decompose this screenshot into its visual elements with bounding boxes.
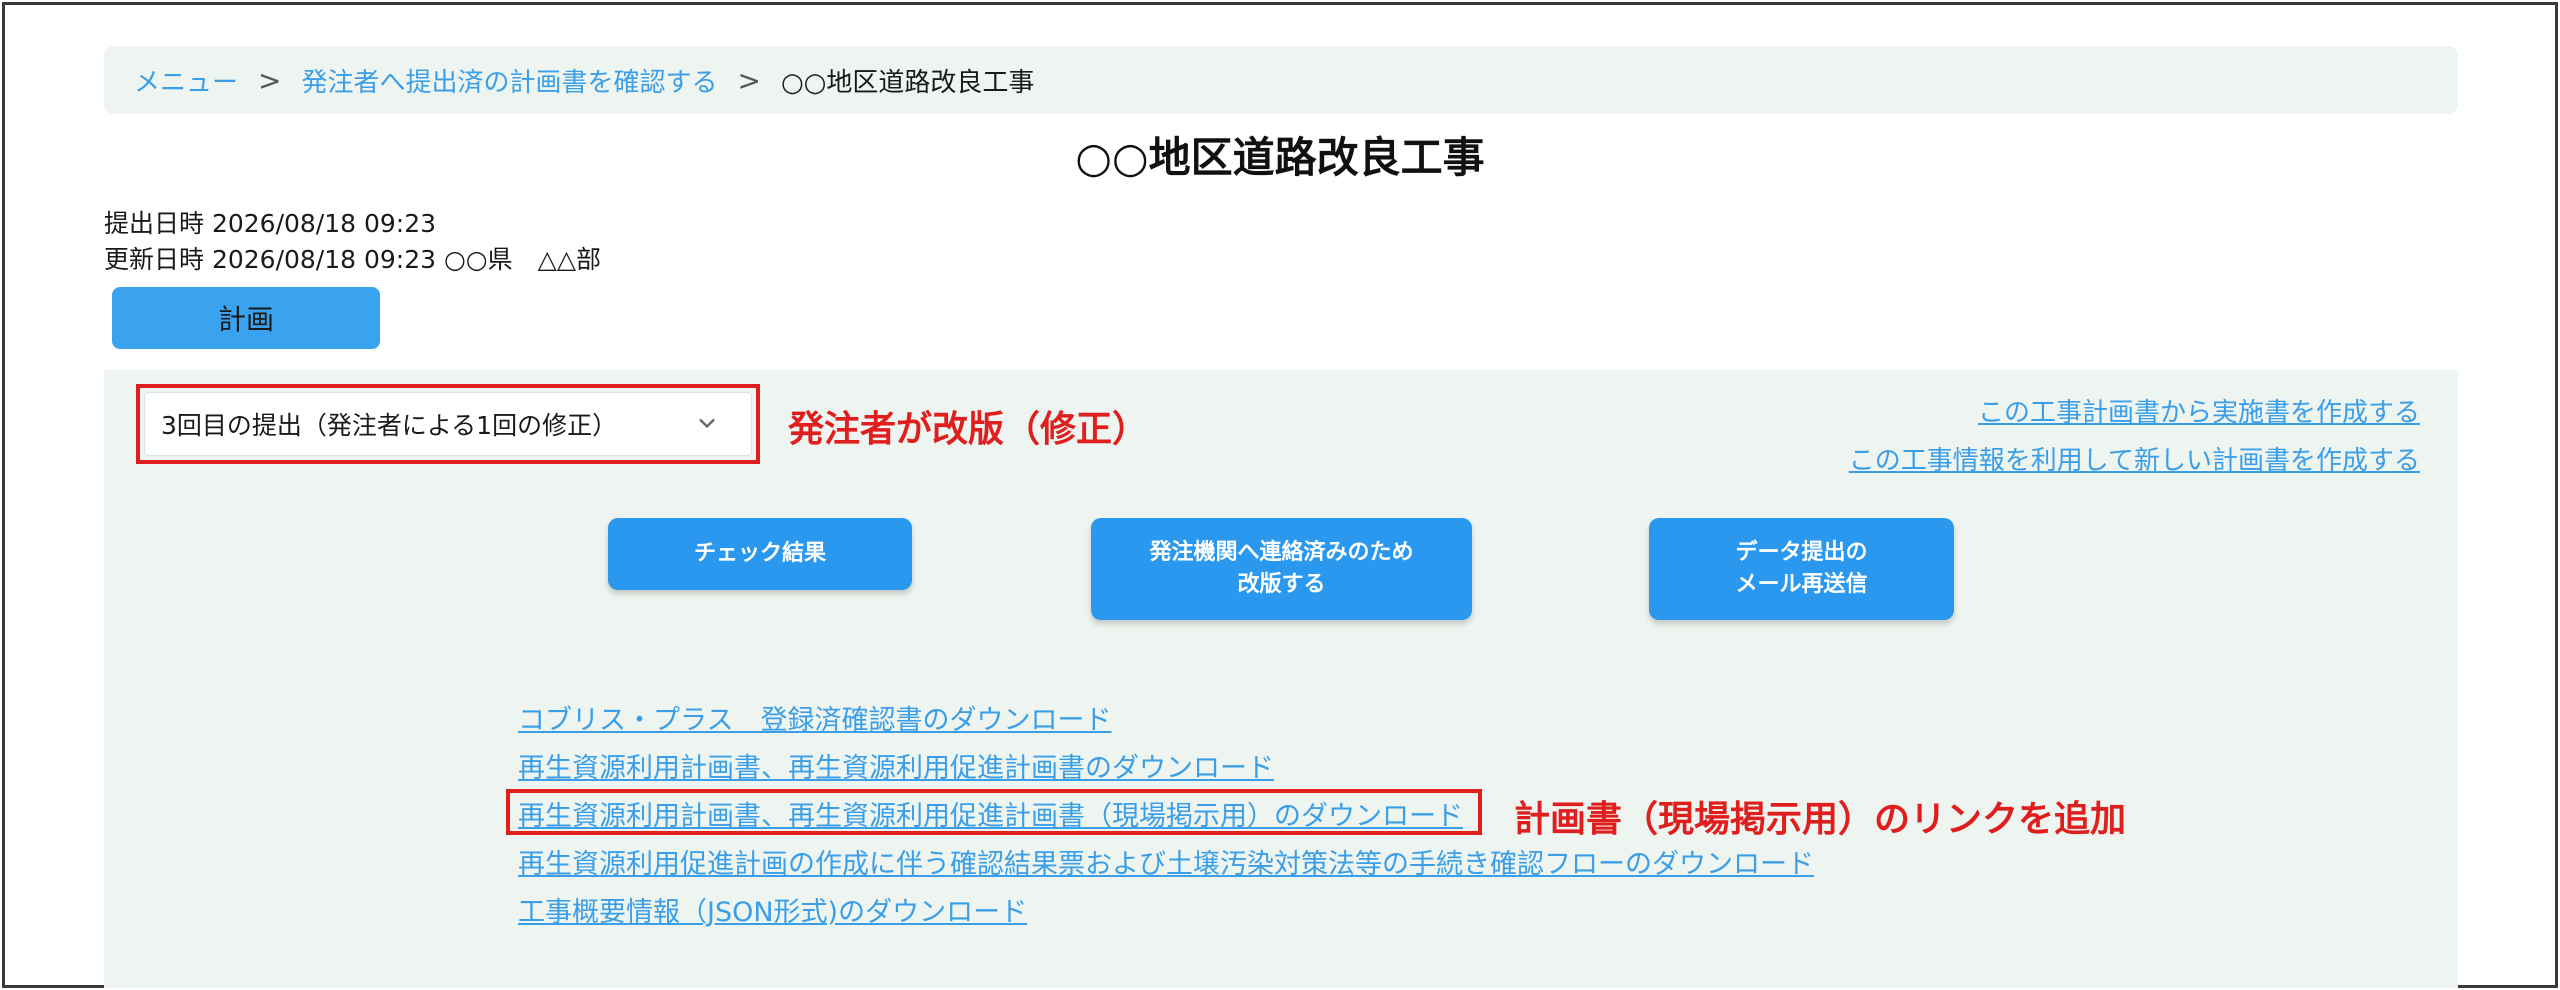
download-link-recycling-plans[interactable]: 再生資源利用計画書、再生資源利用促進計画書のダウンロード	[518, 746, 1274, 785]
version-select-value: 3回目の提出（発注者による1回の修正）	[161, 411, 618, 440]
page-title: ○○地区道路改良工事	[1075, 133, 1485, 182]
version-select[interactable]: 3回目の提出（発注者による1回の修正）	[144, 392, 752, 456]
chevron-down-icon	[699, 418, 715, 429]
breadcrumb-menu-link[interactable]: メニュー	[134, 62, 238, 99]
download-link-json-summary[interactable]: 工事概要情報（JSON形式)のダウンロード	[518, 890, 1027, 929]
download-link-highlight	[506, 789, 1482, 835]
updated-datetime: 更新日時 2026/08/18 09:23 ○○県 △△部	[104, 245, 602, 274]
download-link-cobris-certificate[interactable]: コブリス・プラス 登録済確認書のダウンロード	[518, 698, 1111, 737]
breadcrumb: メニュー > 発注者へ提出済の計画書を確認する > ○○地区道路改良工事	[104, 46, 2458, 114]
check-results-button[interactable]: チェック結果	[608, 518, 912, 590]
breadcrumb-submitted-plans-link[interactable]: 発注者へ提出済の計画書を確認する	[301, 62, 717, 99]
revise-button[interactable]: 発注機関へ連絡済みのため 改版する	[1091, 518, 1472, 620]
link-added-annotation: 計画書（現場掲示用）のリンクを追加	[1514, 799, 2127, 840]
create-implementation-link[interactable]: この工事計画書から実施書を作成する	[1978, 392, 2420, 429]
submitted-datetime: 提出日時 2026/08/18 09:23	[104, 209, 437, 238]
breadcrumb-separator: >	[737, 63, 761, 97]
tab-plan[interactable]: 計画	[112, 287, 380, 349]
breadcrumb-separator: >	[258, 63, 282, 97]
download-link-confirmation-sheet[interactable]: 再生資源利用促進計画の作成に伴う確認結果票および土壌汚染対策法等の手続き確認フロ…	[518, 842, 1814, 881]
breadcrumb-current: ○○地区道路改良工事	[780, 67, 1035, 98]
revision-annotation: 発注者が改版（修正）	[788, 409, 1149, 450]
create-new-plan-link[interactable]: この工事情報を利用して新しい計画書を作成する	[1849, 440, 2420, 477]
resend-mail-button[interactable]: データ提出の メール再送信	[1649, 518, 1954, 620]
